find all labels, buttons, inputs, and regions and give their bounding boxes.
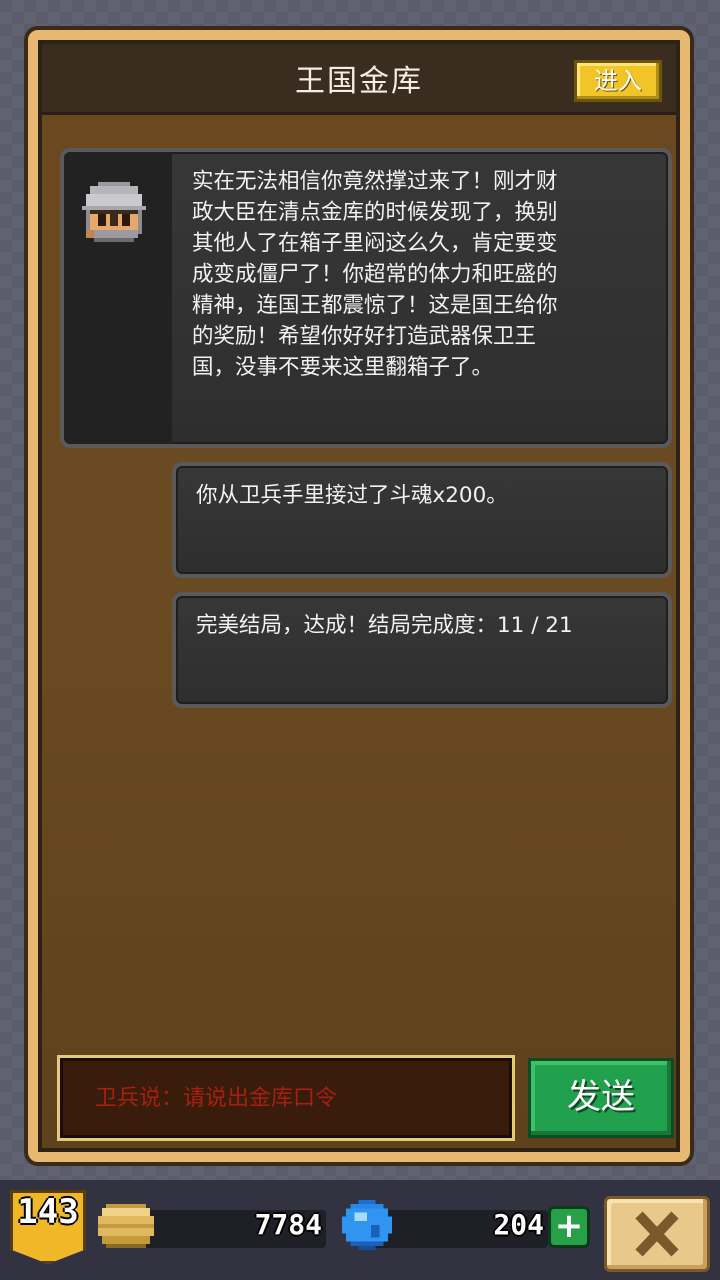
password-input-box[interactable]	[60, 1058, 512, 1138]
add-gems-button[interactable]: +	[548, 1206, 590, 1248]
reward-message: 你从卫兵手里接过了斗魂x200。	[172, 462, 672, 578]
coin-count: 7784	[254, 1208, 322, 1241]
dialog-body: 王国金库 进入 实在无法相信你竟然撑过来了！刚才财 政大臣在清点金库的时候发现了…	[38, 40, 680, 1152]
coin-icon	[98, 1204, 154, 1248]
reward-message-text: 你从卫兵手里接过了斗魂x200。	[196, 483, 508, 508]
npc-message-text: 实在无法相信你竟然撑过来了！刚才财 政大臣在清点金库的时候发现了，换别 其他人了…	[192, 169, 558, 380]
avatar-column	[64, 152, 172, 444]
close-icon	[635, 1211, 679, 1257]
password-input[interactable]	[63, 1061, 509, 1135]
dialog-header: 王国金库 进入	[42, 44, 676, 115]
gem-count: 204	[493, 1208, 544, 1241]
ending-message: 完美结局，达成！结局完成度：11 / 21	[172, 592, 672, 708]
blue-gem-icon	[342, 1200, 392, 1250]
ending-message-text: 完美结局，达成！结局完成度：11 / 21	[196, 613, 573, 638]
npc-message: 实在无法相信你竟然撑过来了！刚才财 政大臣在清点金库的时候发现了，换别 其他人了…	[60, 148, 672, 448]
enter-button[interactable]: 进入	[574, 60, 662, 102]
knight-avatar-icon	[82, 182, 146, 242]
treasury-dialog: 王国金库 进入 实在无法相信你竟然撑过来了！刚才财 政大臣在清点金库的时候发现了…	[24, 26, 694, 1166]
resource-bar: 143 7784 204 +	[0, 1180, 720, 1280]
close-button[interactable]	[604, 1196, 710, 1272]
level-value: 143	[17, 1192, 79, 1232]
send-button[interactable]: 发送	[528, 1058, 674, 1138]
